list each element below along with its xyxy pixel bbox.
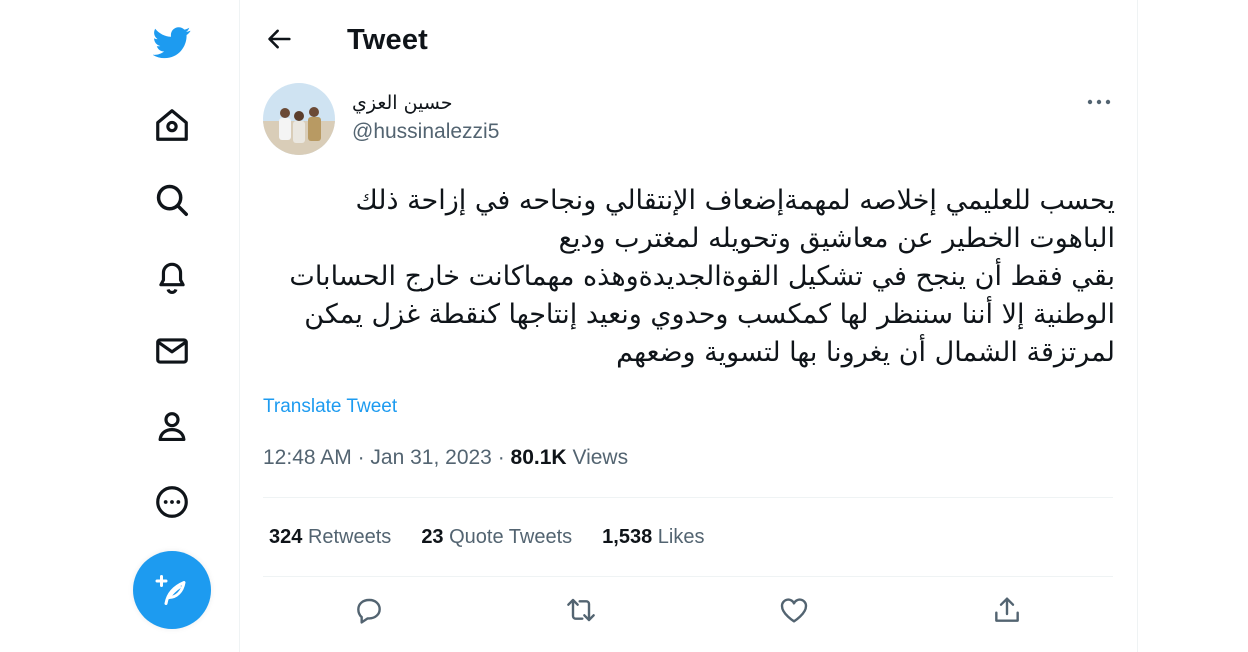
retweet-icon: [567, 598, 595, 622]
views-label: Views: [572, 446, 629, 469]
notifications-bell-icon[interactable]: [144, 248, 200, 304]
meta-separator: ·: [357, 446, 365, 469]
author-handle[interactable]: @hussinalezzi5: [352, 120, 499, 144]
twitter-logo-icon[interactable]: [144, 14, 200, 70]
more-options-button[interactable]: [1081, 86, 1117, 118]
sidebar-nav: [0, 0, 239, 652]
quote-tweets-label: Quote Tweets: [449, 526, 573, 548]
reply-icon: [357, 598, 381, 624]
tweet-detail-column: Tweet حسين العزي @hussinalezzi5 يحسب للع…: [239, 0, 1137, 652]
messages-envelope-icon[interactable]: [144, 323, 200, 379]
arrow-left-icon: [268, 29, 291, 49]
compose-tweet-button[interactable]: [133, 551, 211, 629]
tweet-time[interactable]: 12:48 AM: [263, 446, 352, 469]
quote-tweets-stat[interactable]: 23 Quote Tweets: [421, 526, 572, 549]
meta-separator: ·: [497, 446, 505, 469]
quote-tweets-count: 23: [421, 526, 444, 548]
column-divider: [1137, 0, 1138, 652]
share-upload-icon: [995, 597, 1019, 622]
like-button[interactable]: [774, 590, 814, 630]
page-title: Tweet: [347, 24, 429, 56]
likes-label: Likes: [657, 526, 705, 548]
share-button[interactable]: [987, 590, 1027, 630]
more-horizontal-icon: [1087, 99, 1111, 105]
retweets-label: Retweets: [307, 526, 392, 548]
retweets-stat[interactable]: 324 Retweets: [269, 526, 391, 549]
retweets-count: 324: [269, 526, 303, 548]
compose-feather-plus-icon: [155, 575, 186, 605]
like-heart-icon: [780, 598, 808, 623]
more-circle-icon[interactable]: [144, 474, 200, 530]
divider: [263, 497, 1113, 498]
home-icon[interactable]: [144, 97, 200, 153]
views-count: 80.1K: [510, 446, 567, 469]
likes-count: 1,538: [602, 526, 653, 548]
profile-person-icon[interactable]: [144, 398, 200, 454]
retweet-button[interactable]: [561, 590, 601, 630]
divider: [263, 576, 1113, 577]
back-button[interactable]: [261, 20, 299, 58]
tweet-date[interactable]: Jan 31, 2023: [370, 446, 491, 469]
likes-stat[interactable]: 1,538 Likes: [602, 526, 704, 549]
tweet-stats: 324 Retweets 23 Quote Tweets 1,538 Likes: [269, 526, 705, 549]
tweet-text: يحسب للعليمي إخلاصه لمهمةإضعاف الإنتقالي…: [289, 185, 1115, 368]
tweet-meta: 12:48 AM · Jan 31, 2023 · 80.1K Views: [263, 446, 628, 470]
explore-search-icon[interactable]: [144, 172, 200, 228]
reply-button[interactable]: [349, 590, 389, 630]
translate-tweet-link[interactable]: Translate Tweet: [263, 396, 397, 418]
avatar[interactable]: [263, 83, 335, 155]
author-display-name[interactable]: حسين العزي: [352, 92, 453, 114]
